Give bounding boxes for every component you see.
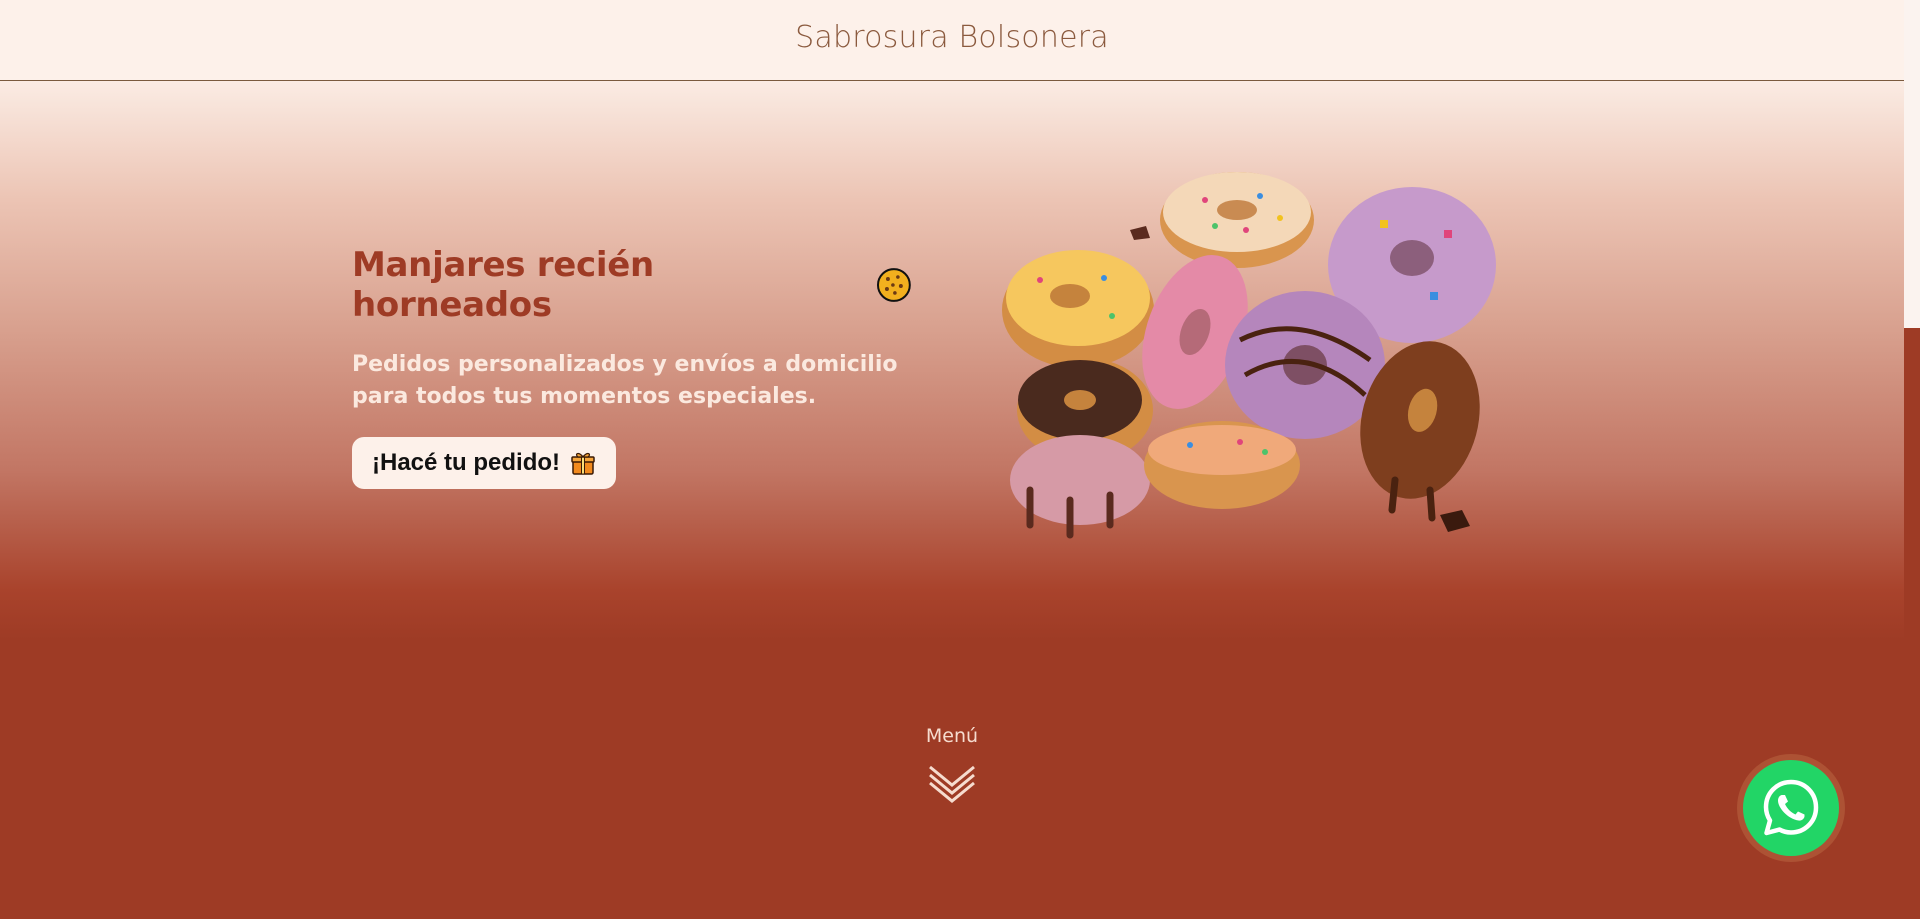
menu-label: Menú (925, 725, 979, 747)
order-button[interactable]: ¡Hacé tu pedido! (352, 437, 617, 489)
gift-icon (571, 452, 595, 475)
donut-image (1002, 172, 1496, 539)
chocolate-crumb (1130, 226, 1150, 240)
donut-yellow-glaze (1002, 250, 1154, 368)
brand-name[interactable]: Sabrosura Bolsonera (795, 20, 1109, 55)
scrollbar-thumb[interactable] (1904, 0, 1920, 328)
donut-pink-bottom (1010, 435, 1150, 539)
site-header: Sabrosura Bolsonera (0, 0, 1904, 81)
hero-subtitle: Pedidos personalizados y envíos a domici… (352, 352, 898, 409)
page: Sabrosura Bolsonera Manjares recién horn… (0, 0, 1920, 919)
scrollbar[interactable] (1904, 0, 1920, 919)
whatsapp-icon (1763, 779, 1819, 836)
menu-scroll-cue[interactable]: Menú (922, 725, 982, 807)
order-button-label: ¡Hacé tu pedido! (372, 449, 561, 476)
chocolate-chunk (1440, 510, 1470, 532)
whatsapp-button[interactable] (1743, 760, 1839, 856)
hero-text: Manjares recién horneados Pedidos person… (352, 245, 912, 489)
hero-title-text: Manjares recién horneados (352, 245, 654, 325)
donut-sprinkle-top (1160, 172, 1314, 268)
donut-purple-drizzle (1225, 291, 1385, 439)
donut-sprinkle-bottom (1144, 421, 1300, 509)
hero-title: Manjares recién horneados (352, 245, 912, 325)
cookie-icon (877, 268, 912, 302)
double-chevron-down-icon (929, 765, 975, 803)
